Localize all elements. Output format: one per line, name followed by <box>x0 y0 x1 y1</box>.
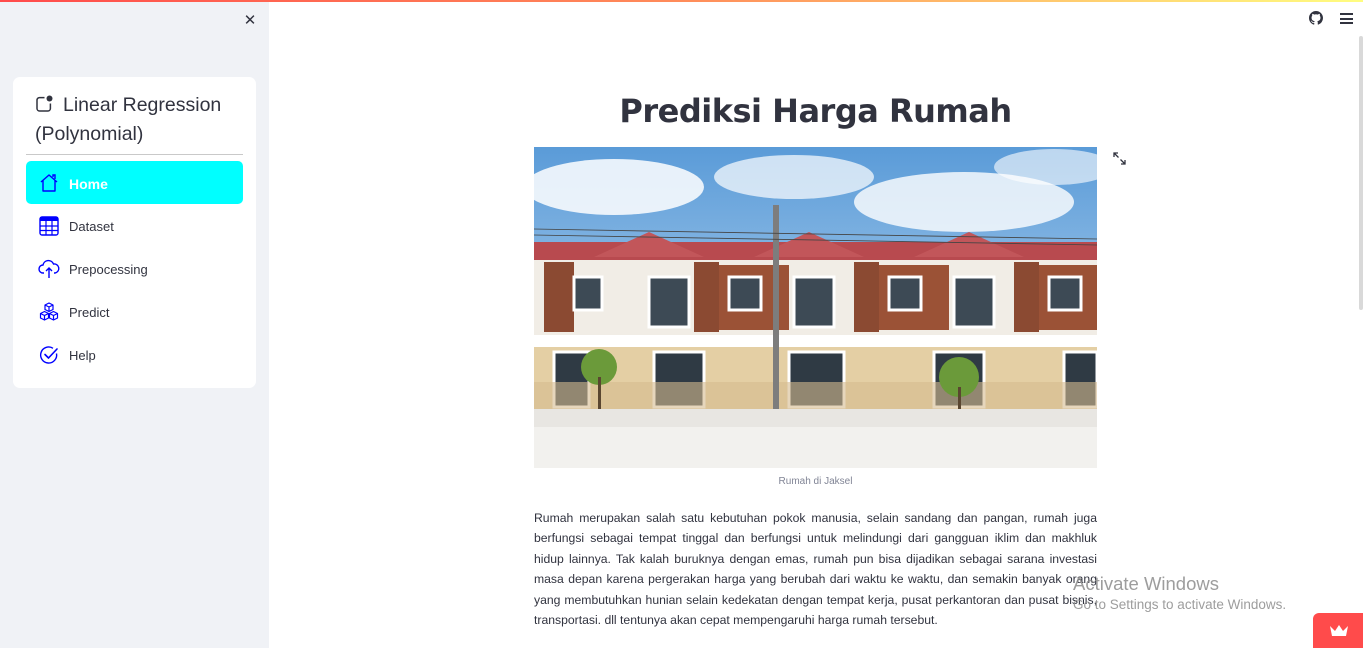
nav-label-predict: Predict <box>69 305 110 320</box>
nav-item-dataset[interactable]: Dataset <box>26 204 243 247</box>
app-indicator-icon <box>36 95 53 112</box>
description-paragraph: Rumah merupakan salah satu kebutuhan pok… <box>534 511 1097 628</box>
option-menu: Linear Regression (Polynomial) Home Data… <box>13 77 256 388</box>
nav-label-home: Home <box>69 176 108 192</box>
nav-label-prepocessing: Prepocessing <box>69 262 148 277</box>
nav-item-prepocessing[interactable]: Prepocessing <box>26 247 243 290</box>
streamlit-badge[interactable] <box>1313 613 1363 648</box>
boxes-icon <box>39 302 59 321</box>
house-icon <box>40 174 58 192</box>
house-image <box>534 147 1097 468</box>
menu-title-text: Linear Regression (Polynomial) <box>35 94 222 145</box>
nav-item-help[interactable]: Help <box>26 333 243 376</box>
watermark-title: Activate Windows <box>1073 573 1219 594</box>
windows-activation-watermark: Activate Windows Go to Settings to activ… <box>1073 572 1286 614</box>
table-icon <box>39 216 59 236</box>
nav-label-help: Help <box>69 348 96 363</box>
hamburger-menu-icon[interactable] <box>1340 13 1353 24</box>
watermark-subtitle: Go to Settings to activate Windows. <box>1073 597 1287 612</box>
image-caption: Rumah di Jaksel <box>778 476 853 487</box>
sidebar: ✕ Linear Regression (Polynomial) Home Da… <box>0 0 269 648</box>
top-decoration-bar <box>0 0 1363 2</box>
menu-divider <box>26 154 243 155</box>
fullscreen-icon[interactable] <box>1113 152 1126 165</box>
cloud-upload-icon <box>38 259 60 278</box>
scrollbar[interactable] <box>1359 36 1363 310</box>
check-circle-icon <box>40 346 58 364</box>
close-icon[interactable]: ✕ <box>241 11 259 29</box>
crown-icon <box>1330 625 1348 636</box>
nav-item-home[interactable]: Home <box>26 161 243 204</box>
nav-item-predict[interactable]: Predict <box>26 290 243 333</box>
github-icon[interactable] <box>1309 11 1323 25</box>
house-illustration <box>534 147 1097 468</box>
page-title: Prediksi Harga Rumah <box>619 92 1012 130</box>
menu-title: Linear Regression (Polynomial) <box>35 91 245 149</box>
nav-label-dataset: Dataset <box>69 219 114 234</box>
